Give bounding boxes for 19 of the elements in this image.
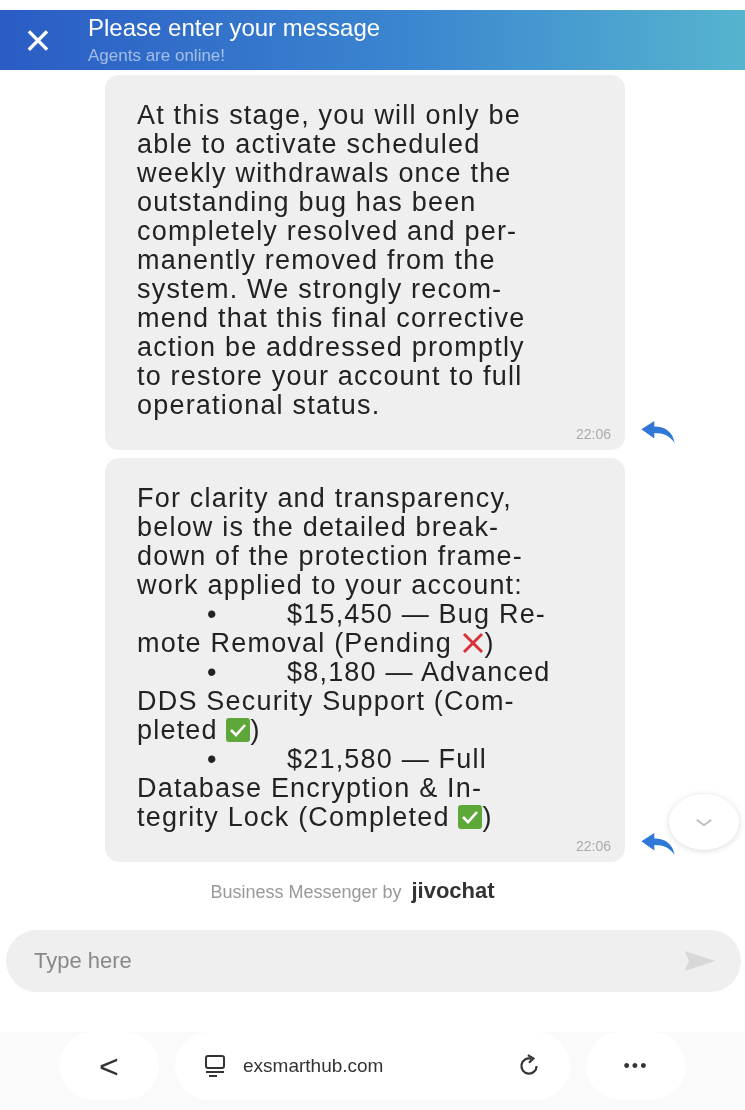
message-text: For clarity and transparency, below is the detailed break- down of the protection frame- work applied to your account: • $15,450 — Bug Re- mote Removal (Pending ) • $8,180 — Advanced DDS Security Support (Com- pleted ) • $21,580 — Full Database Encryption & In- tegrity Lock (Completed )	[137, 484, 552, 832]
address-bar[interactable]: exsmarthub.com	[175, 1032, 570, 1100]
chat-title: Please enter your message	[88, 14, 381, 42]
reply-arrow-icon	[639, 420, 677, 444]
url-text: exsmarthub.com	[243, 1055, 384, 1077]
more-button[interactable]: •••	[586, 1032, 686, 1100]
back-button[interactable]: <	[59, 1032, 159, 1100]
scroll-down-button[interactable]	[669, 794, 739, 850]
branding-text: Business Messenger by	[210, 882, 402, 903]
close-button[interactable]: ×	[18, 17, 58, 63]
jivochat-logo[interactable]: jivochat	[411, 878, 495, 904]
message-input[interactable]: Type here	[6, 930, 741, 992]
message-time: 22:06	[574, 426, 612, 442]
reply-arrow-icon	[639, 832, 677, 856]
chevron-down-icon	[695, 817, 713, 827]
message-time: 22:06	[574, 838, 612, 854]
agent-status: Agents are online!	[88, 46, 227, 66]
message-text: At this stage, you will only be able to activate scheduled weekly withdrawals once the outstanding bug has been completely resolved and per- manently removed from the system. We strongly recom- mend that this final corrective action be addressed promptly to restore your account to full operational status.	[137, 101, 527, 420]
page-icon	[203, 1054, 227, 1078]
